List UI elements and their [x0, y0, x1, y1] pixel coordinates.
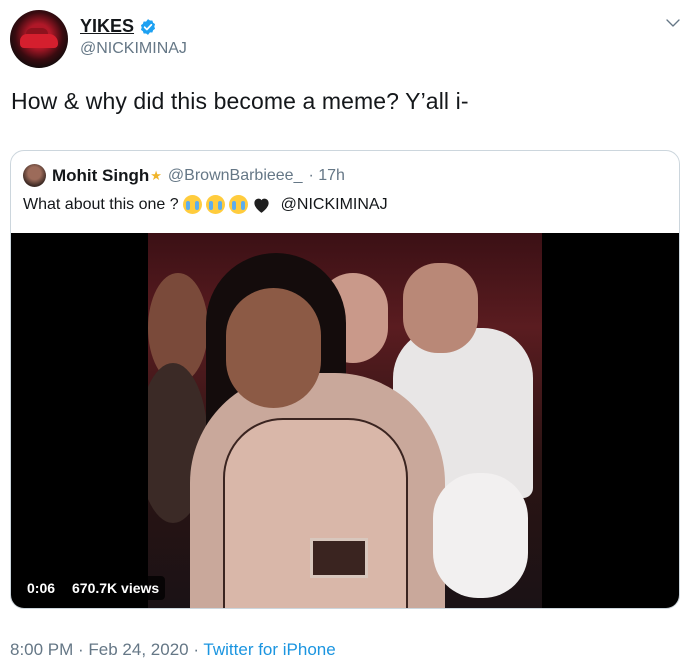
loudly-crying-face-icon	[228, 195, 248, 214]
video-views-badge: 670.7K views	[66, 576, 166, 600]
video-duration-badge: 0:06	[21, 576, 62, 600]
video-player[interactable]: 0:06 670.7K views	[11, 233, 679, 608]
quoted-tweet-text: What about this one ? @NICKIMINAJ	[23, 195, 388, 214]
tweet: YIKES @NICKIMINAJ How & why did this bec…	[0, 0, 700, 665]
tweet-meta: 8:00 PM · Feb 24, 2020 · Twitter for iPh…	[10, 640, 336, 660]
quoted-tweet-time: · 17h	[308, 166, 345, 184]
quoted-tweet-mention: @NICKIMINAJ	[280, 195, 388, 213]
author-handle[interactable]: @NICKIMINAJ	[80, 40, 187, 58]
author-display-name[interactable]: YIKES	[80, 16, 134, 37]
loudly-crying-face-icon	[182, 195, 202, 214]
verified-badge-icon	[140, 18, 156, 35]
star-icon: ★	[150, 167, 162, 183]
tweet-source-link[interactable]: Twitter for iPhone	[203, 640, 335, 659]
quoted-author-avatar	[23, 164, 46, 187]
quoted-tweet-header: Mohit Singh ★ @BrownBarbieee_ · 17h	[23, 164, 345, 187]
author-avatar[interactable]	[10, 10, 68, 68]
quoted-author-handle: @BrownBarbieee_	[167, 166, 303, 184]
meta-separator: ·	[188, 640, 204, 659]
chevron-down-icon[interactable]	[664, 14, 682, 32]
quoted-tweet-body: What about this one ?	[23, 195, 179, 213]
author-name-row: YIKES	[80, 16, 157, 37]
quoted-author-name: Mohit Singh	[52, 165, 150, 185]
black-heart-icon	[254, 198, 269, 213]
video-frame	[148, 233, 542, 608]
loudly-crying-face-icon	[205, 195, 225, 214]
tweet-timestamp[interactable]: 8:00 PM · Feb 24, 2020	[10, 640, 189, 659]
quoted-tweet[interactable]: Mohit Singh ★ @BrownBarbieee_ · 17h What…	[10, 150, 680, 609]
tweet-text: How & why did this become a meme? Y’all …	[11, 88, 469, 114]
